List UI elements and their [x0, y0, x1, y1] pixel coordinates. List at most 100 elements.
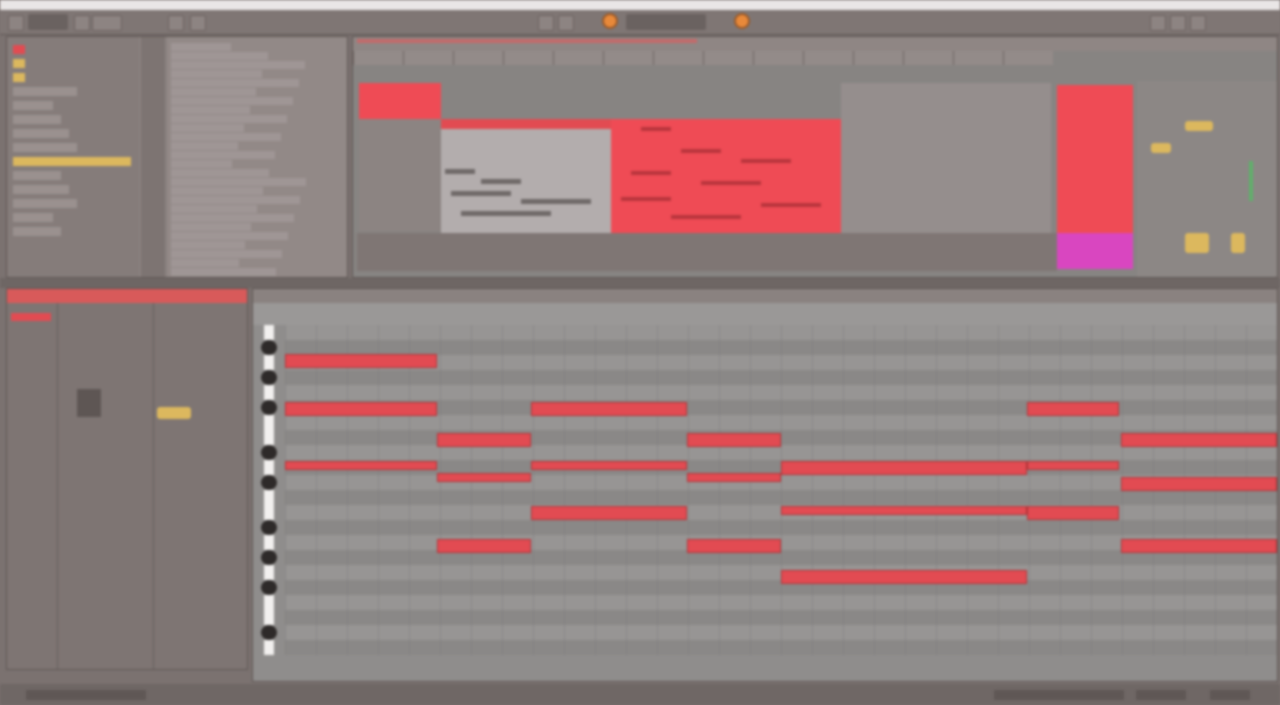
midi-note[interactable] [687, 539, 781, 553]
browser-place-item[interactable] [13, 213, 53, 222]
browser-file-item[interactable] [171, 124, 244, 132]
quantize-menu[interactable] [92, 15, 122, 31]
browser-file-item[interactable] [171, 205, 257, 213]
piano-roll-ruler[interactable] [253, 289, 1277, 303]
black-key[interactable] [261, 340, 277, 355]
browser-file-item[interactable] [171, 241, 245, 249]
browser-file-item[interactable] [171, 214, 294, 222]
white-key[interactable] [264, 610, 274, 625]
note-grid[interactable] [285, 325, 1277, 655]
black-key[interactable] [261, 370, 277, 385]
follow-button[interactable] [168, 15, 184, 31]
midi-note[interactable] [781, 506, 1027, 515]
midi-note[interactable] [531, 506, 687, 520]
browser-file-item[interactable] [171, 250, 282, 258]
play-button[interactable] [538, 15, 554, 31]
loop-toggle[interactable] [190, 15, 206, 31]
arrangement-timeline[interactable] [353, 51, 1053, 65]
midi-note[interactable] [687, 433, 781, 447]
browser-place-item[interactable] [13, 227, 61, 236]
browser-file-item[interactable] [171, 151, 275, 159]
tempo-display[interactable] [28, 14, 68, 30]
browser-file-item[interactable] [171, 43, 231, 51]
midi-note[interactable] [1027, 402, 1119, 416]
view-divider[interactable] [0, 278, 1280, 288]
white-key[interactable] [264, 505, 274, 520]
white-key[interactable] [264, 565, 274, 580]
black-key[interactable] [261, 625, 277, 640]
session-clip-slot-pink[interactable] [1057, 233, 1133, 269]
solo-button[interactable] [1231, 233, 1245, 253]
clip-red-header[interactable] [359, 83, 441, 119]
white-key[interactable] [264, 640, 274, 655]
midi-note[interactable] [687, 473, 781, 482]
song-position-display[interactable] [626, 14, 706, 30]
browser-file-item[interactable] [171, 133, 281, 141]
midi-note[interactable] [781, 570, 1027, 584]
midi-note[interactable] [1027, 461, 1119, 470]
browser-file-item[interactable] [171, 169, 269, 177]
white-key[interactable] [264, 355, 274, 370]
midi-note[interactable] [437, 473, 531, 482]
browser-place-item[interactable] [13, 59, 25, 68]
browser-file-item[interactable] [171, 223, 251, 231]
midi-note[interactable] [285, 461, 437, 470]
white-key[interactable] [264, 325, 274, 340]
black-key[interactable] [261, 520, 277, 535]
midi-note[interactable] [781, 461, 1027, 475]
browser-place-item[interactable] [13, 87, 77, 96]
midi-note[interactable] [531, 402, 687, 416]
browser-file-item[interactable] [171, 232, 288, 240]
white-key[interactable] [264, 490, 274, 505]
browser-file-item[interactable] [171, 106, 250, 114]
midi-note[interactable] [285, 402, 437, 416]
piano-keyboard[interactable] [261, 325, 285, 655]
browser-file-item[interactable] [171, 187, 263, 195]
midi-note[interactable] [531, 461, 687, 470]
loop-brace[interactable] [357, 39, 697, 43]
white-key[interactable] [264, 430, 274, 445]
browser-file-item[interactable] [171, 70, 262, 78]
fold-button[interactable] [77, 389, 101, 417]
browser-file-item[interactable] [171, 52, 268, 60]
clip-header-1[interactable] [441, 119, 611, 129]
browser-file-item[interactable] [171, 79, 299, 87]
pan-knob[interactable] [1151, 143, 1171, 153]
browser-file-item[interactable] [171, 97, 293, 105]
browser-file-item[interactable] [171, 259, 239, 267]
clip-color-swatch[interactable] [11, 313, 51, 321]
midi-note[interactable] [1121, 539, 1277, 553]
session-clip-slot-red[interactable] [1057, 85, 1133, 233]
stop-button[interactable] [558, 15, 574, 31]
midi-note[interactable] [437, 433, 531, 447]
key-map-button[interactable] [1170, 15, 1186, 31]
black-key[interactable] [261, 550, 277, 565]
midi-note[interactable] [1027, 506, 1119, 520]
clip-title-bar[interactable] [7, 289, 247, 303]
midi-clip-red[interactable] [611, 119, 841, 233]
midi-note[interactable] [437, 539, 531, 553]
record-button[interactable] [602, 13, 618, 29]
white-key[interactable] [264, 595, 274, 610]
browser-file-item[interactable] [171, 61, 305, 69]
browser-place-item[interactable] [13, 185, 69, 194]
browser-file-item[interactable] [171, 88, 256, 96]
metronome-button[interactable] [74, 15, 90, 31]
browser-file-item[interactable] [171, 196, 300, 204]
browser-place-item[interactable] [13, 45, 25, 54]
browser-place-item[interactable] [13, 115, 61, 124]
midi-note[interactable] [1121, 477, 1277, 491]
browser-place-item[interactable] [13, 73, 25, 82]
browser-place-item[interactable] [13, 143, 77, 152]
browser-place-item[interactable] [13, 101, 53, 110]
black-key[interactable] [261, 400, 277, 415]
tap-button[interactable] [8, 15, 24, 31]
browser-place-item[interactable] [13, 157, 131, 166]
browser-file-item[interactable] [171, 178, 306, 186]
browser-place-item[interactable] [13, 199, 77, 208]
white-key[interactable] [264, 385, 274, 400]
browser-place-item[interactable] [13, 129, 69, 138]
black-key[interactable] [261, 580, 277, 595]
browser-file-item[interactable] [171, 142, 238, 150]
send-knob[interactable] [1185, 121, 1213, 131]
